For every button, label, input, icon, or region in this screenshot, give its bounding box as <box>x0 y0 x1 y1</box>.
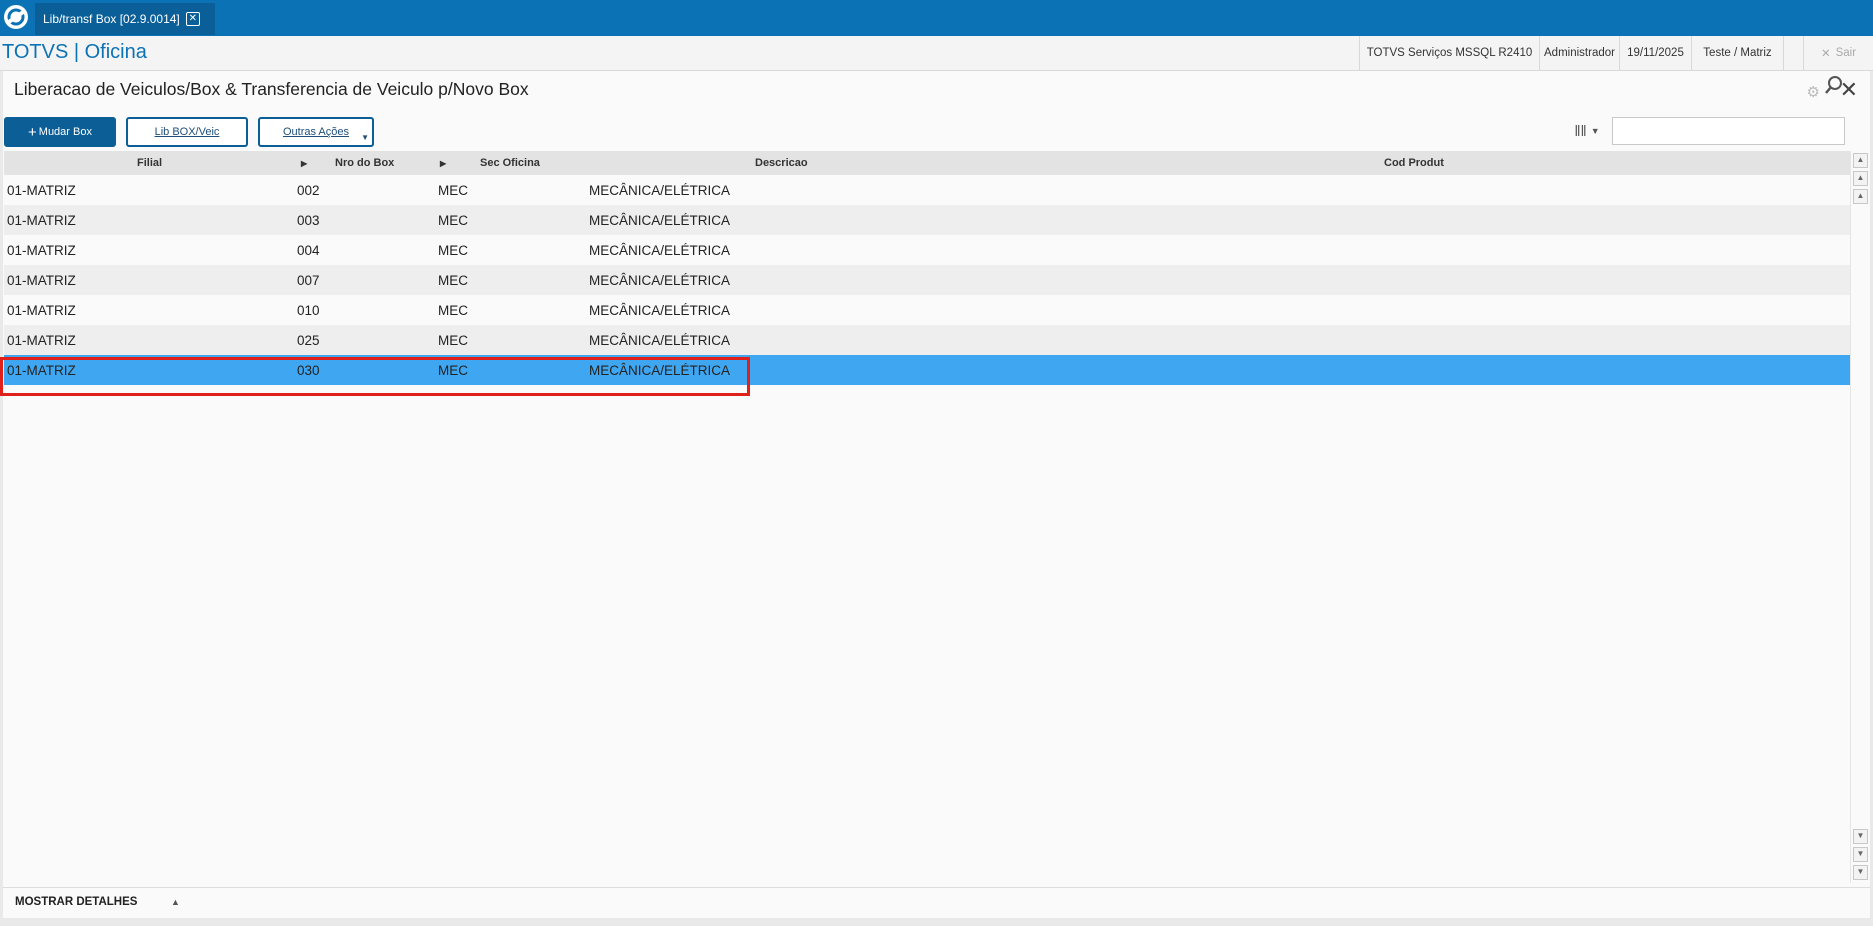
header-spacer <box>1783 36 1803 70</box>
cell-descricao: MECÂNICA/ELÉTRICA <box>589 243 731 258</box>
cell-sec: MEC <box>438 213 468 228</box>
table-row[interactable]: 01-MATRIZ 002 MEC MECÂNICA/ELÉTRICA <box>4 175 1852 205</box>
cell-descricao: MECÂNICA/ELÉTRICA <box>589 213 731 228</box>
cell-sec: MEC <box>438 303 468 318</box>
close-icon: ✕ <box>1820 48 1831 60</box>
column-arrow-icon[interactable]: ▶ <box>440 159 446 168</box>
search-icon[interactable] <box>1823 74 1845 96</box>
column-header-cod-produt[interactable]: Cod Produt <box>1384 157 1444 169</box>
brand-title: TOTVS | Oficina <box>2 41 147 63</box>
grid-header: Filial ▶ Nro do Box ▶ Sec Oficina Descri… <box>4 151 1852 175</box>
mudar-box-button[interactable]: + Mudar Box <box>4 117 116 147</box>
cell-sec: MEC <box>438 273 468 288</box>
table-row[interactable]: 01-MATRIZ 004 MEC MECÂNICA/ELÉTRICA <box>4 235 1852 265</box>
cell-box: 010 <box>297 303 320 318</box>
top-tab-bar: Lib/transf Box [02.9.0014] ✕ <box>0 0 1873 37</box>
table-row[interactable]: 01-MATRIZ 010 MEC MECÂNICA/ELÉTRICA <box>4 295 1852 325</box>
cell-sec: MEC <box>438 183 468 198</box>
table-row[interactable]: 01-MATRIZ 003 MEC MECÂNICA/ELÉTRICA <box>4 205 1852 235</box>
cell-filial: 01-MATRIZ <box>7 243 76 258</box>
cell-box: 003 <box>297 213 320 228</box>
tab-lib-transf-box[interactable]: Lib/transf Box [02.9.0014] ✕ <box>35 3 215 35</box>
cell-filial: 01-MATRIZ <box>7 273 76 288</box>
scroll-top-icon[interactable]: ▲ <box>1853 153 1868 168</box>
outras-acoes-button[interactable]: Outras Ações ▼ <box>258 117 374 147</box>
mudar-box-label: Mudar Box <box>38 126 92 138</box>
caret-down-icon: ▼ <box>361 133 369 142</box>
column-header-sec-oficina[interactable]: Sec Oficina <box>480 157 540 169</box>
cell-box: 007 <box>297 273 320 288</box>
column-selector[interactable]: ‖‖ ▼ <box>1567 117 1607 145</box>
column-header-nro-box[interactable]: Nro do Box <box>335 157 394 169</box>
close-tab-icon[interactable]: ✕ <box>185 12 200 26</box>
columns-icon: ‖‖ <box>1574 122 1587 140</box>
details-footer[interactable]: MOSTRAR DETALHES ▲ <box>3 887 1870 918</box>
table-row[interactable]: 01-MATRIZ 025 MEC MECÂNICA/ELÉTRICA <box>4 325 1852 355</box>
show-details-label: MOSTRAR DETALHES <box>15 896 138 908</box>
search-input[interactable] <box>1612 117 1845 145</box>
date-info: 19/11/2025 <box>1619 36 1691 70</box>
lib-box-veic-button[interactable]: Lib BOX/Veic <box>126 117 248 147</box>
exit-label: Sair <box>1835 47 1857 59</box>
cell-box: 004 <box>297 243 320 258</box>
column-header-filial[interactable]: Filial <box>137 157 162 169</box>
app-header: TOTVS | Oficina TOTVS Serviços MSSQL R24… <box>0 36 1873 71</box>
scroll-page-down-icon[interactable]: ▼ <box>1853 847 1868 862</box>
chevron-down-icon: ▼ <box>1590 126 1600 136</box>
chevron-up-icon[interactable]: ▲ <box>171 897 180 907</box>
cell-descricao: MECÂNICA/ELÉTRICA <box>589 333 731 348</box>
cell-filial: 01-MATRIZ <box>7 213 76 228</box>
scroll-bottom-icon[interactable]: ▼ <box>1853 865 1868 880</box>
column-header-descricao[interactable]: Descricao <box>755 157 808 169</box>
user-info: Administrador <box>1539 36 1619 70</box>
cell-box: 025 <box>297 333 320 348</box>
main-panel: Liberacao de Veiculos/Box & Transferenci… <box>3 71 1870 918</box>
exit-button[interactable]: ✕ Sair <box>1803 36 1873 70</box>
cell-filial: 01-MATRIZ <box>7 183 76 198</box>
cell-filial: 01-MATRIZ <box>7 333 76 348</box>
cell-descricao: MECÂNICA/ELÉTRICA <box>589 273 731 288</box>
outras-acoes-label: Outras Ações <box>282 126 350 138</box>
lib-box-veic-label: Lib BOX/Veic <box>154 126 220 138</box>
gear-icon[interactable]: ⚙ <box>1807 83 1820 101</box>
column-arrow-icon[interactable]: ▶ <box>301 159 307 168</box>
environment-info: TOTVS Serviços MSSQL R2410 <box>1359 36 1539 70</box>
vertical-scrollbar[interactable]: ▲ ▲ ▲ ▼ ▼ ▼ <box>1850 151 1869 883</box>
scroll-down-icon[interactable]: ▼ <box>1853 829 1868 844</box>
scroll-up-icon[interactable]: ▲ <box>1853 189 1868 204</box>
page-title: Liberacao de Veiculos/Box & Transferenci… <box>14 79 529 99</box>
scroll-page-up-icon[interactable]: ▲ <box>1853 171 1868 186</box>
totvs-logo-icon[interactable] <box>3 4 29 30</box>
cell-descricao: MECÂNICA/ELÉTRICA <box>589 183 731 198</box>
tab-label: Lib/transf Box [02.9.0014] <box>43 12 180 26</box>
cell-filial: 01-MATRIZ <box>7 303 76 318</box>
cell-sec: MEC <box>438 243 468 258</box>
cell-descricao: MECÂNICA/ELÉTRICA <box>589 303 731 318</box>
company-info[interactable]: Teste / Matriz <box>1691 36 1783 70</box>
table-row[interactable]: 01-MATRIZ 007 MEC MECÂNICA/ELÉTRICA <box>4 265 1852 295</box>
grid-body: 01-MATRIZ 002 MEC MECÂNICA/ELÉTRICA 01-M… <box>4 175 1852 385</box>
plus-icon: + <box>28 123 37 141</box>
cell-box: 002 <box>297 183 320 198</box>
selection-highlight-box <box>0 357 750 396</box>
cell-sec: MEC <box>438 333 468 348</box>
